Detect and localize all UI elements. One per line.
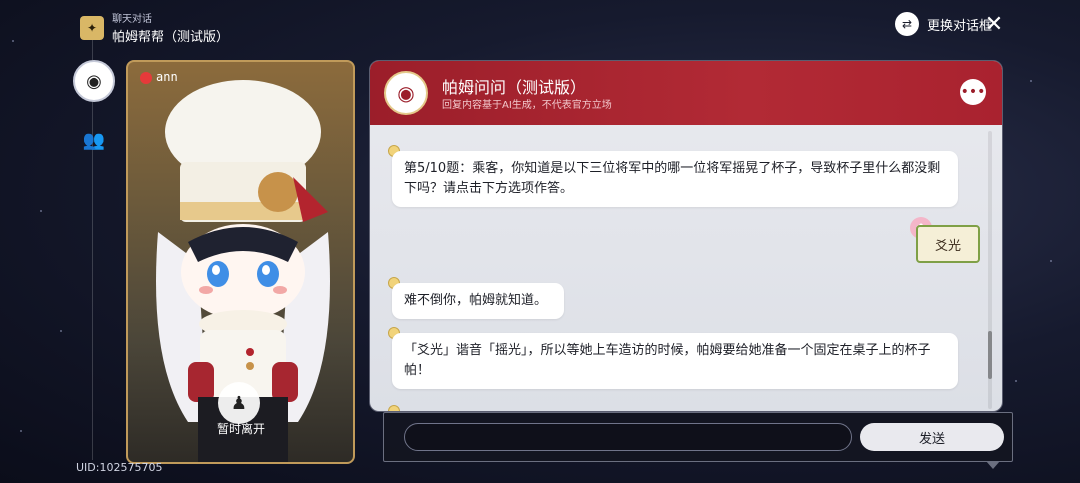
- more-icon: •••: [960, 84, 986, 100]
- close-button[interactable]: ✕: [982, 11, 1006, 37]
- user-message-sticker: 爻光: [916, 225, 980, 263]
- message-input[interactable]: [404, 423, 852, 451]
- record-dot-icon: [140, 72, 152, 84]
- close-icon: ✕: [984, 11, 1004, 37]
- pom-avatar-icon: ◉: [86, 70, 102, 92]
- header-subtitle: 聊天对话: [112, 14, 152, 25]
- chat-panel-header: ◉ 帕姆问问（测试版） 回复内容基于AI生成，不代表官方立场 •••: [370, 61, 1002, 125]
- rail-pom-avatar-button[interactable]: ◉: [73, 60, 115, 102]
- character-card: ann ♟ 暂时离开: [126, 60, 355, 464]
- people-icon: 👥: [82, 129, 106, 151]
- rail-people-button[interactable]: 👥: [80, 126, 108, 154]
- bot-message: 「爻光」谐音「摇光」，所以等她上车造访的时候，帕姆要给她准备一个固定在桌子上的杯…: [392, 333, 958, 389]
- leave-icon: ♟: [230, 392, 248, 414]
- chat-input-bar: 发送: [383, 412, 1013, 469]
- chat-subtitle: 回复内容基于AI生成，不代表官方立场: [442, 100, 612, 111]
- message-dot-icon: [388, 405, 400, 411]
- record-label: ann: [156, 70, 178, 84]
- bot-message: 难不倒你，帕姆就知道。: [392, 283, 564, 319]
- header-title: 帕姆帮帮（测试版）: [112, 30, 230, 45]
- send-button[interactable]: 发送: [860, 423, 1004, 451]
- swap-dialog-icon: ⇄: [894, 12, 919, 36]
- badge-icon: ✦: [80, 15, 104, 40]
- pom-avatar-icon: ◉: [384, 71, 428, 115]
- chat-header: ✦ 聊天对话 帕姆帮帮（测试版）: [80, 10, 229, 45]
- chat-panel: ◉ 帕姆问问（测试版） 回复内容基于AI生成，不代表官方立场 ••• 第5/10…: [369, 60, 1003, 412]
- chat-title: 帕姆问问（测试版）: [442, 78, 587, 97]
- input-pointer: [986, 461, 1000, 469]
- more-button[interactable]: •••: [960, 79, 986, 105]
- leave-label: 暂时离开: [216, 422, 265, 436]
- rail-divider: [92, 40, 93, 460]
- leave-button[interactable]: ♟: [218, 382, 260, 424]
- uid-label: UID:102575705: [76, 461, 163, 474]
- swap-dialog-button[interactable]: ⇄ 更换对话框: [894, 12, 992, 36]
- message-list[interactable]: 第5/10题：乘客，你知道是以下三位将军中的哪一位将军摇晃了杯子，导致杯子里什么…: [370, 125, 1002, 411]
- message-scrollbar-thumb[interactable]: [988, 331, 992, 379]
- bot-message: 第5/10题：乘客，你知道是以下三位将军中的哪一位将军摇晃了杯子，导致杯子里什么…: [392, 151, 958, 207]
